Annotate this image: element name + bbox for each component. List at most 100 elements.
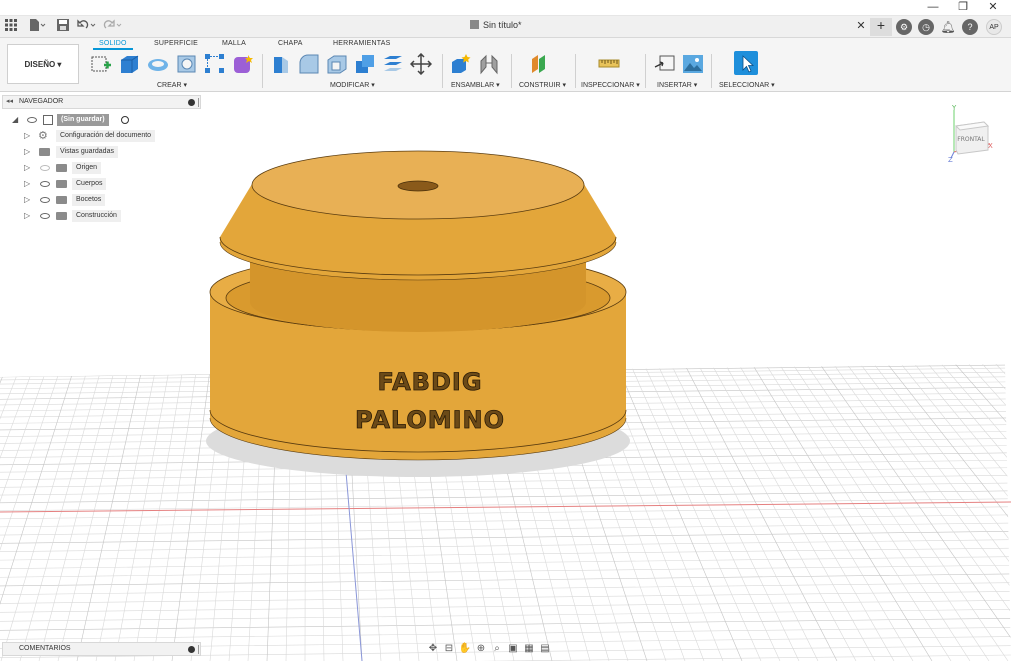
help-icon[interactable]: ? (962, 19, 978, 35)
viewports-icon[interactable]: ▤ (537, 641, 553, 657)
tab-chapa[interactable]: CHAPA (278, 40, 303, 47)
expand-arrow-icon[interactable]: ▷ (24, 193, 30, 207)
navigator-collapse-icon[interactable]: ◂◂ (6, 96, 13, 108)
activate-radio-icon[interactable] (121, 116, 129, 124)
grid-line-vertical (669, 364, 819, 661)
extrude-icon[interactable] (118, 53, 139, 73)
expand-arrow-icon[interactable]: ▷ (24, 177, 30, 191)
tab-malla[interactable]: MALLA (222, 40, 246, 47)
shell-icon[interactable] (326, 53, 347, 74)
press-pull-icon[interactable] (270, 53, 290, 73)
display-settings-icon[interactable]: ▣ (505, 641, 521, 657)
visibility-eye-icon[interactable] (40, 197, 50, 203)
folder-icon (56, 196, 67, 204)
group-inspeccionar-label[interactable]: INSPECCIONAR ▾ (581, 81, 640, 89)
group-crear-label[interactable]: CREAR ▾ (157, 81, 187, 89)
zoom-icon[interactable]: ⊕ (473, 641, 489, 657)
visibility-eye-icon[interactable] (40, 213, 50, 219)
user-avatar[interactable]: AP (986, 19, 1002, 35)
grid-line-vertical (939, 364, 1011, 661)
grid-line-vertical (912, 364, 1011, 661)
grid-settings-icon[interactable]: ▦ (521, 641, 537, 657)
group-ensamblar-label[interactable]: ENSAMBLAR ▾ (451, 81, 500, 89)
visibility-eye-icon[interactable] (40, 165, 50, 171)
view-cube[interactable]: FRONTAL Y X Z (946, 104, 996, 164)
hole-icon[interactable] (176, 53, 196, 73)
offset-plane-icon[interactable] (530, 53, 550, 73)
canvas-viewport[interactable]: FABDIG PALOMINO (0, 92, 1011, 661)
group-construir-label[interactable]: CONSTRUIR ▾ (519, 81, 566, 89)
grid-line-vertical (629, 364, 762, 661)
group-insertar-label[interactable]: INSERTAR ▾ (657, 81, 697, 89)
navigator-item-label: Construcción (72, 210, 121, 222)
new-component-icon[interactable] (450, 53, 471, 73)
group-seleccionar-label[interactable]: SELECCIONAR ▾ (719, 81, 775, 89)
navigator-header[interactable]: ◂◂ NAVEGADOR (2, 95, 201, 109)
expand-arrow-icon[interactable]: ▷ (24, 145, 30, 159)
move-icon[interactable] (409, 52, 433, 76)
create-sketch-icon[interactable] (90, 53, 111, 73)
window-titlebar: — ❐ ✕ (0, 0, 1011, 16)
navigator-pin-icon[interactable] (188, 99, 195, 106)
grid-line-horizontal (0, 591, 1011, 604)
group-separator (645, 54, 646, 88)
grid-line-vertical (133, 364, 185, 661)
group-modificar-label[interactable]: MODIFICAR ▾ (330, 81, 375, 89)
minimize-button[interactable]: — (922, 0, 944, 16)
grid-line-horizontal (0, 582, 1011, 595)
close-tab-button[interactable]: ✕ (850, 19, 872, 35)
grid-line-vertical (171, 364, 212, 661)
expand-arrow-icon[interactable]: ▷ (24, 209, 30, 223)
restore-button[interactable]: ❐ (952, 0, 974, 16)
select-icon[interactable] (734, 51, 758, 75)
grid-line-vertical (953, 364, 1011, 661)
file-icon[interactable] (27, 18, 49, 36)
job-status-icon[interactable]: ◷ (918, 19, 934, 35)
group-separator (511, 54, 512, 88)
pan-hand-icon[interactable]: ✋ (457, 641, 473, 657)
viewport-canvas[interactable]: FABDIG PALOMINO (0, 92, 1011, 661)
zoom-window-icon[interactable]: ⌕ (489, 641, 505, 657)
grid-line-horizontal (0, 600, 1011, 613)
visibility-eye-icon[interactable] (40, 181, 50, 187)
combine-icon[interactable] (354, 53, 374, 73)
look-at-icon[interactable]: ⊟ (441, 641, 457, 657)
grid-line-horizontal (0, 627, 1011, 640)
workspace-switcher-button[interactable]: DISEÑO ▾ (7, 44, 79, 84)
comments-panel-header[interactable]: COMENTARIOS (2, 642, 201, 656)
notifications-bell-icon[interactable]: 🔔︎ (940, 19, 956, 35)
insert-derive-icon[interactable] (654, 53, 675, 73)
comments-add-icon[interactable] (188, 646, 195, 653)
save-icon[interactable] (54, 18, 72, 36)
navigator-resize-handle[interactable] (198, 98, 199, 107)
redo-icon[interactable] (102, 18, 124, 36)
undo-icon[interactable] (76, 18, 98, 36)
revolve-icon[interactable] (146, 53, 170, 73)
document-cube-icon (470, 20, 479, 29)
close-window-button[interactable]: ✕ (982, 0, 1004, 16)
orbit-icon[interactable]: ✥ (425, 641, 441, 657)
navigator-item-label: Origen (72, 162, 102, 174)
new-tab-button[interactable]: + (870, 18, 892, 36)
split-body-icon[interactable] (382, 53, 402, 73)
expand-collapse-icon[interactable]: ◢ (12, 113, 18, 127)
insert-canvas-icon[interactable] (682, 53, 703, 73)
folder-icon (56, 180, 67, 188)
grid-line-vertical (152, 364, 198, 661)
comments-resize-handle[interactable] (198, 645, 199, 654)
grid-icon[interactable] (2, 18, 20, 36)
tab-herramientas[interactable]: HERRAMIENTAS (333, 40, 391, 47)
extensions-icon[interactable]: ⚙ (896, 19, 912, 35)
tab-superficie[interactable]: SUPERFICIE (154, 40, 198, 47)
expand-arrow-icon[interactable]: ▷ (24, 129, 30, 143)
pattern-icon[interactable] (204, 53, 224, 73)
fillet-icon[interactable] (298, 53, 319, 74)
joint-icon[interactable] (478, 53, 498, 75)
tab-solido[interactable]: SOLIDO (93, 40, 133, 50)
document-tab[interactable]: Sin título* (470, 20, 522, 30)
create-form-icon[interactable] (232, 53, 253, 73)
folder-icon (39, 148, 50, 156)
expand-arrow-icon[interactable]: ▷ (24, 161, 30, 175)
visibility-eye-icon[interactable] (27, 117, 37, 123)
measure-icon[interactable] (598, 53, 620, 73)
